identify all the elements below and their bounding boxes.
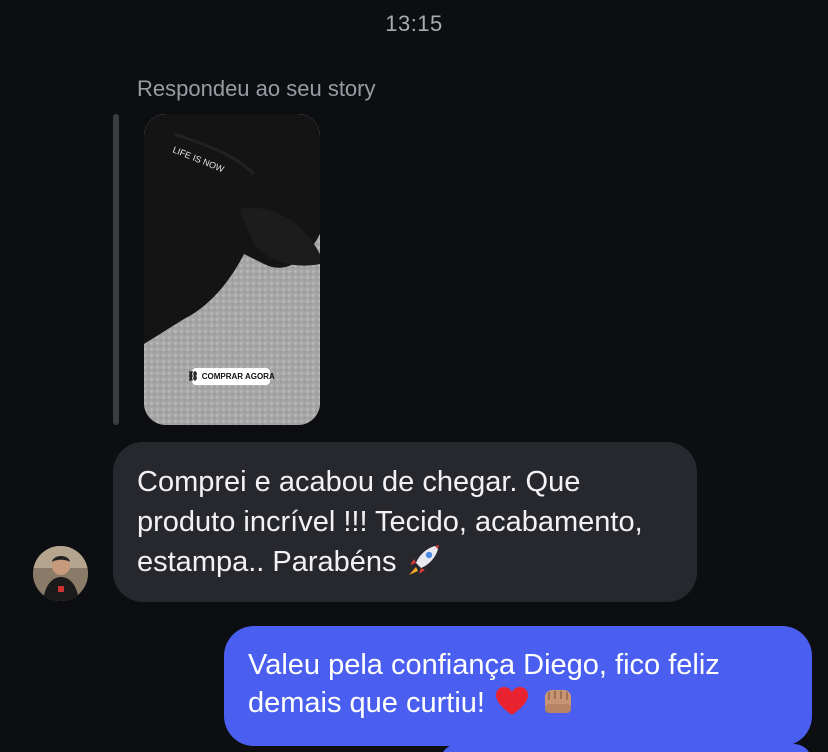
contact-avatar[interactable] (33, 546, 88, 601)
next-outgoing-bubble-edge (440, 744, 812, 752)
buy-now-link-label: COMPRAR AGORA (201, 372, 275, 381)
message-timestamp: 13:15 (385, 11, 443, 36)
story-reply-label: Respondeu ao seu story (137, 76, 376, 101)
red-heart-emoji (496, 687, 529, 715)
reply-indicator-bar (113, 114, 119, 425)
outgoing-message-text: Valeu pela confiança Diego, fico feliz d… (248, 649, 720, 719)
outgoing-message-bubble[interactable]: Valeu pela confiança Diego, fico feliz d… (224, 626, 812, 746)
story-thumbnail[interactable]: LIFE IS NOW ⛓ COMPRAR AGORA (144, 114, 320, 425)
fist-bump-emoji (545, 690, 572, 713)
avatar-photo (33, 546, 88, 601)
chat-screen: 13:15 Respondeu ao seu story LIFE IS NOW… (0, 0, 828, 752)
buy-now-link-sticker[interactable]: ⛓ COMPRAR AGORA (187, 368, 275, 385)
incoming-message-text: Comprei e acabou de chegar. Que produto … (137, 466, 643, 578)
incoming-message-bubble[interactable]: Comprei e acabou de chegar. Que produto … (113, 442, 697, 602)
link-icon: ⛓ (187, 371, 199, 381)
rocket-emoji (408, 545, 439, 575)
